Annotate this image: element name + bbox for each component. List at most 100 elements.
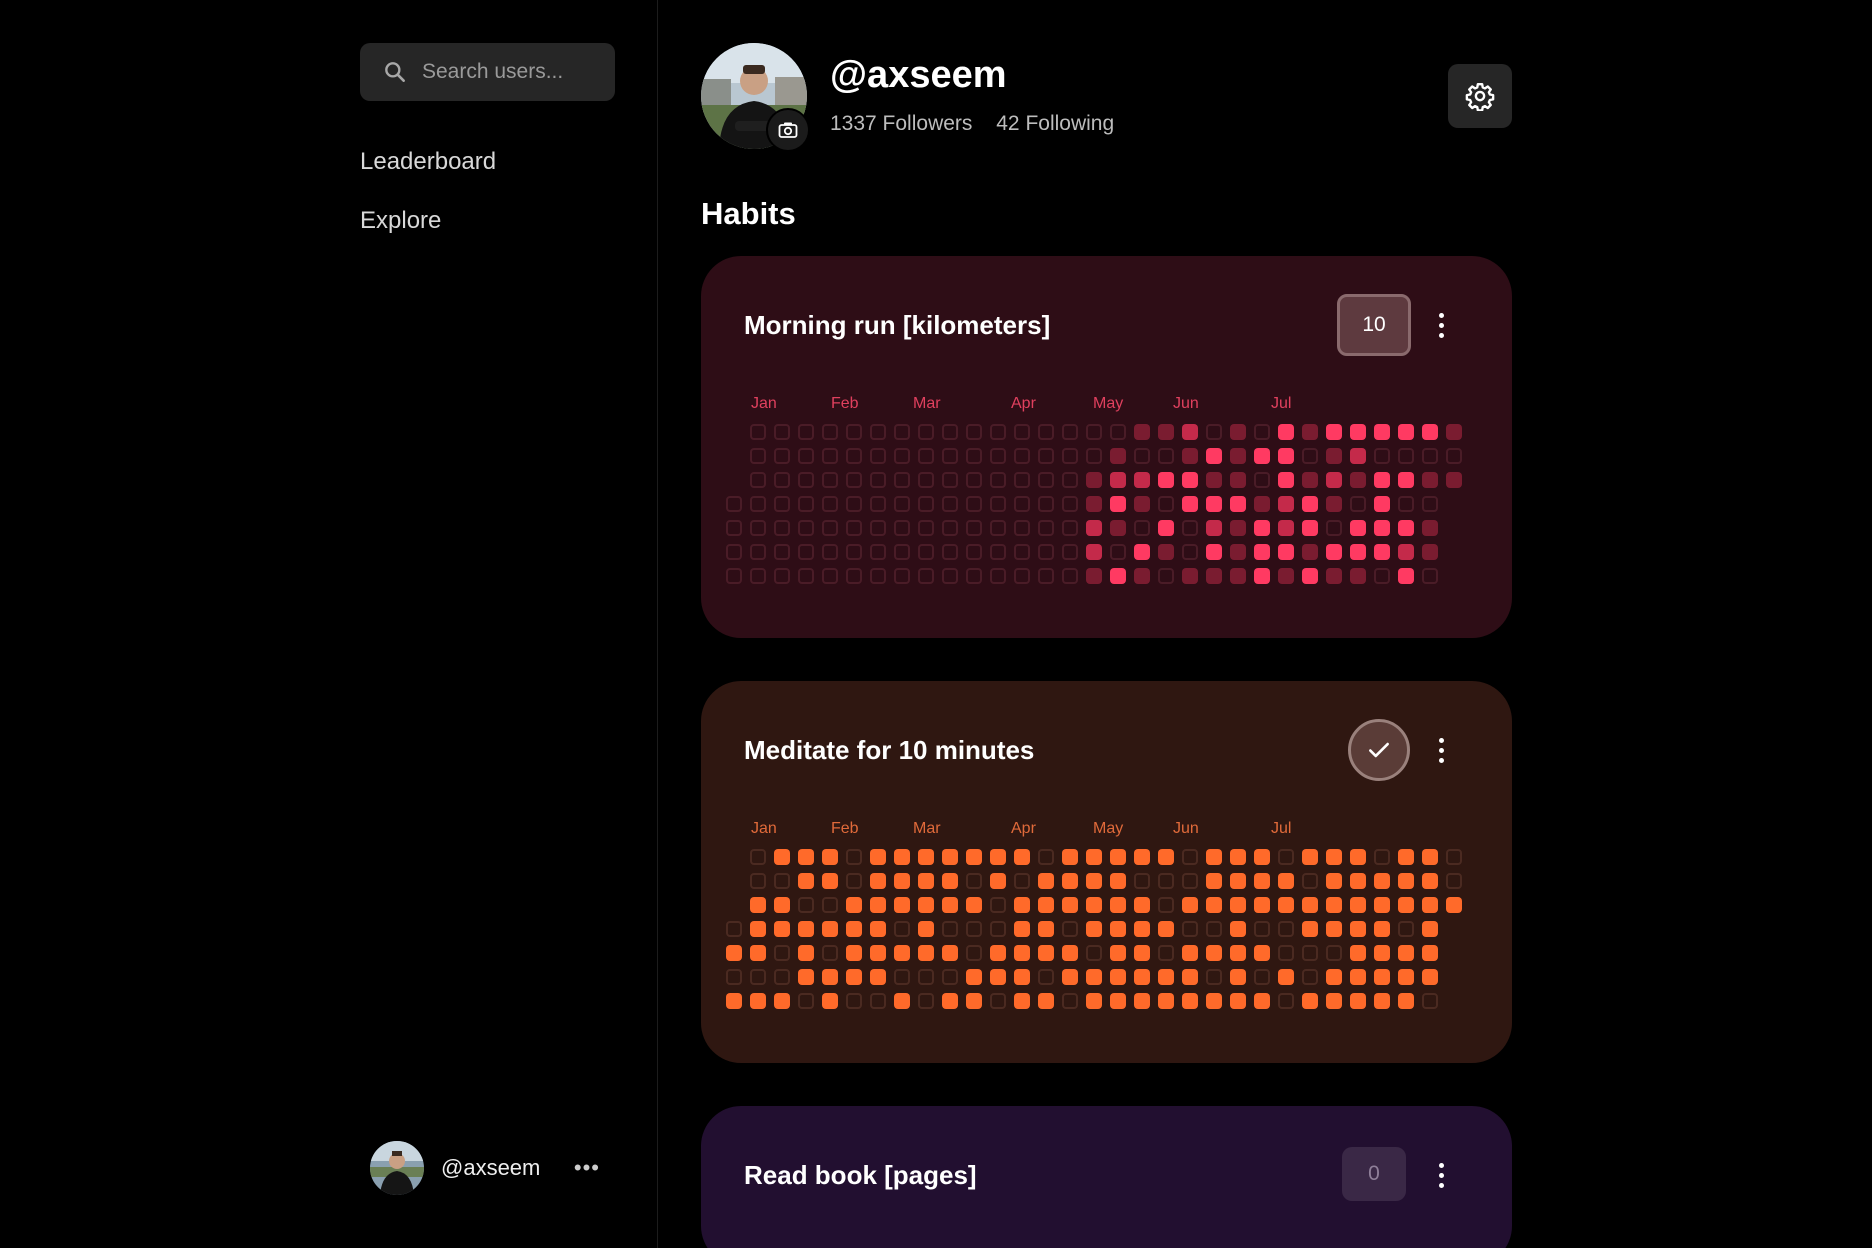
heatmap-cell — [1134, 993, 1150, 1009]
heatmap-cell — [894, 424, 910, 440]
heatmap-cell — [1110, 544, 1126, 560]
habit-counter-button[interactable]: 0 — [1342, 1147, 1406, 1201]
following-count[interactable]: 42 Following — [996, 112, 1114, 135]
heatmap-cell — [1350, 945, 1366, 961]
more-vertical-icon[interactable] — [1429, 729, 1453, 771]
heatmap-cell — [1326, 520, 1342, 536]
heatmap-cell — [1374, 472, 1390, 488]
heatmap-cell — [1110, 897, 1126, 913]
avatar[interactable] — [370, 1141, 424, 1195]
heatmap-cell — [1206, 448, 1222, 464]
heatmap-cell — [1038, 544, 1054, 560]
heatmap-cell — [1014, 472, 1030, 488]
heatmap-cell — [1350, 969, 1366, 985]
heatmap-cell — [1398, 969, 1414, 985]
heatmap-cell — [798, 969, 814, 985]
followers-count[interactable]: 1337 Followers — [830, 112, 972, 135]
heatmap-cell — [774, 520, 790, 536]
heatmap-cell — [726, 568, 742, 584]
heatmap-cell — [1182, 993, 1198, 1009]
heatmap-cell — [966, 424, 982, 440]
heatmap-cell — [1134, 969, 1150, 985]
heatmap-cell — [726, 921, 742, 937]
heatmap-cell — [1182, 496, 1198, 512]
heatmap-cell — [1134, 897, 1150, 913]
profile-header: @axseem 1337 Followers 42 Following — [700, 42, 1512, 152]
current-user-handle: @axseem — [441, 1155, 541, 1180]
heatmap-cell — [774, 496, 790, 512]
heatmap-cell — [1278, 849, 1294, 865]
heatmap-cell — [846, 897, 862, 913]
heatmap-cell — [1206, 520, 1222, 536]
heatmap-cell — [894, 448, 910, 464]
heatmap-cell — [1158, 496, 1174, 512]
habit-check-button[interactable] — [1348, 719, 1410, 781]
heatmap-cell — [1110, 496, 1126, 512]
heatmap-cell — [822, 424, 838, 440]
heatmap-cell — [966, 544, 982, 560]
heatmap-cell — [846, 873, 862, 889]
habit-counter-button[interactable]: 10 — [1337, 294, 1411, 356]
search-input[interactable] — [422, 60, 602, 84]
heatmap-cell — [798, 897, 814, 913]
nav-leaderboard[interactable]: Leaderboard — [360, 148, 496, 176]
heatmap-cell — [1326, 472, 1342, 488]
settings-button[interactable] — [1448, 64, 1512, 128]
heatmap-cell — [1302, 472, 1318, 488]
heatmap-cell — [1062, 520, 1078, 536]
heatmap-cell — [990, 849, 1006, 865]
main-content: @axseem 1337 Followers 42 Following Habi… — [700, 0, 1512, 1248]
heatmap-cell — [1110, 969, 1126, 985]
heatmap-cell — [990, 921, 1006, 937]
heatmap-cell — [1230, 873, 1246, 889]
search-box[interactable] — [360, 43, 615, 101]
heatmap-cell — [966, 921, 982, 937]
heatmap-cell — [750, 448, 766, 464]
heatmap-cell — [1230, 544, 1246, 560]
heatmap-cell — [966, 448, 982, 464]
heatmap-cell — [1350, 520, 1366, 536]
heatmap-cell — [1062, 969, 1078, 985]
heatmap-cell — [870, 568, 886, 584]
gear-icon — [1465, 82, 1495, 111]
heatmap-cell — [1230, 921, 1246, 937]
current-user[interactable]: @axseem ••• — [370, 1140, 600, 1196]
more-vertical-icon[interactable] — [1429, 304, 1453, 346]
heatmap-cell — [1254, 969, 1270, 985]
heatmap-cell — [822, 969, 838, 985]
habit-card-read-book: Read book [pages] 0 — [701, 1106, 1512, 1248]
change-avatar-button[interactable] — [766, 108, 810, 152]
heatmap-cell — [894, 945, 910, 961]
heatmap-cell — [1110, 921, 1126, 937]
heatmap-cell — [1398, 472, 1414, 488]
heatmap-cell — [1374, 969, 1390, 985]
heatmap-cell — [1014, 424, 1030, 440]
heatmap-cell — [750, 897, 766, 913]
heatmap-cell — [1326, 993, 1342, 1009]
heatmap-cell — [894, 520, 910, 536]
heatmap-cell — [726, 496, 742, 512]
heatmap-cell — [726, 520, 742, 536]
heatmap-cell — [942, 945, 958, 961]
more-horizontal-icon[interactable]: ••• — [574, 1155, 600, 1181]
heatmap-cell — [1158, 544, 1174, 560]
month-labels: Jan Feb Mar Apr May Jun Jul — [701, 395, 1512, 417]
heatmap-cell — [870, 897, 886, 913]
month-label: Jul — [1271, 395, 1292, 412]
heatmap-cell — [918, 921, 934, 937]
heatmap-cell — [774, 969, 790, 985]
heatmap-cell — [966, 568, 982, 584]
nav-explore[interactable]: Explore — [360, 207, 441, 235]
heatmap-cell — [1086, 424, 1102, 440]
heatmap-cell — [798, 544, 814, 560]
heatmap-cell — [1350, 897, 1366, 913]
heatmap-cell — [1326, 448, 1342, 464]
heatmap-cell — [798, 496, 814, 512]
heatmap-cell — [1086, 993, 1102, 1009]
heatmap-cell — [1374, 568, 1390, 584]
heatmap-cell — [870, 496, 886, 512]
heatmap-cell — [1230, 496, 1246, 512]
heatmap-cell — [1326, 544, 1342, 560]
more-vertical-icon[interactable] — [1429, 1154, 1453, 1196]
habit-title: Morning run [kilometers] — [744, 310, 1051, 340]
